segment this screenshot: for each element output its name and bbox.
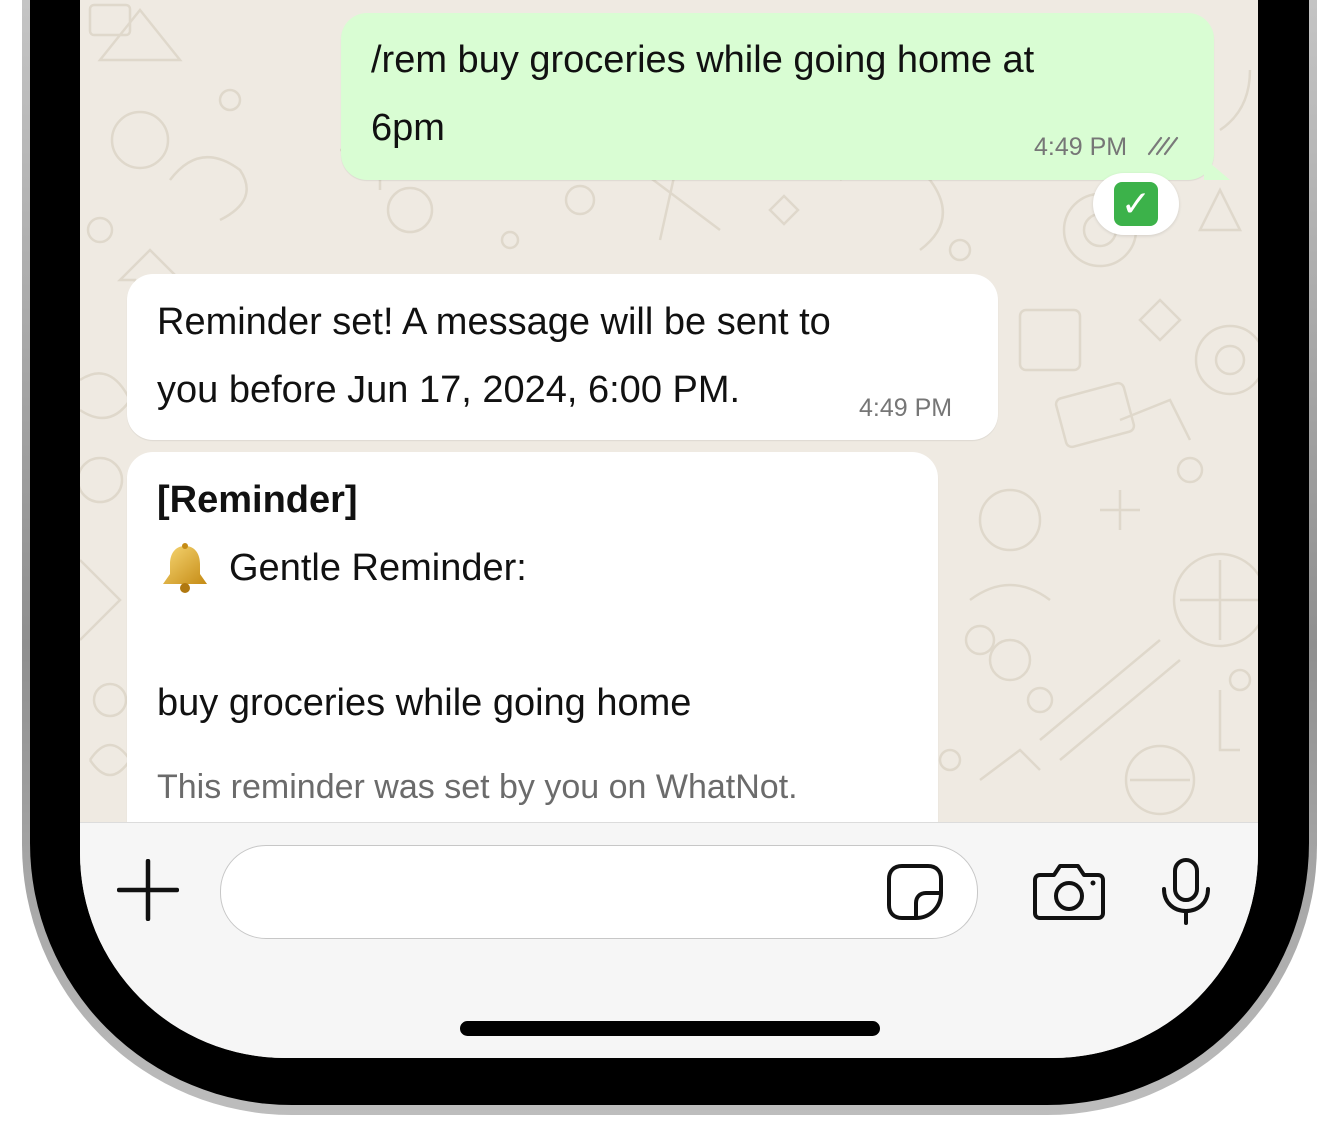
chat-screen: /rem buy groceries while going home at 6…	[80, 0, 1258, 1058]
check-mark-emoji-icon: ✓	[1114, 182, 1158, 226]
confirmation-message-time: 4:49 PM	[859, 394, 953, 422]
outgoing-message-time: 4:49 PM	[1034, 133, 1128, 161]
camera-icon[interactable]	[1032, 863, 1106, 921]
confirmation-message-line-1: Reminder set! A message will be sent to	[157, 301, 831, 343]
reminder-subtitle: Gentle Reminder:	[229, 547, 527, 589]
outgoing-message-line-1: /rem buy groceries while going home at	[371, 39, 1035, 81]
reminder-title: [Reminder]	[157, 479, 358, 521]
reminder-footnote: This reminder was set by you on WhatNot.	[157, 768, 798, 806]
microphone-icon[interactable]	[1158, 857, 1214, 927]
confirmation-message-bubble[interactable]: Reminder set! A message will be sent to …	[127, 274, 998, 440]
bubble-tail	[1204, 158, 1230, 180]
plus-icon[interactable]	[117, 859, 179, 921]
outgoing-message-line-2: 6pm	[371, 107, 445, 149]
composer-bar	[80, 822, 1258, 1058]
reaction-badge[interactable]: ✓	[1093, 173, 1179, 235]
confirmation-message-line-2: you before Jun 17, 2024, 6:00 PM.	[157, 369, 741, 411]
message-input[interactable]	[220, 845, 978, 939]
reminder-body: buy groceries while going home	[157, 682, 692, 724]
double-check-icon	[1147, 136, 1179, 156]
outgoing-message-bubble[interactable]: /rem buy groceries while going home at 6…	[341, 13, 1214, 180]
bell-icon	[163, 543, 207, 593]
home-indicator[interactable]	[460, 1021, 880, 1036]
reminder-message-bubble[interactable]: [Reminder] Gentle Reminder: buy grocerie…	[127, 452, 938, 872]
sticker-icon[interactable]	[886, 863, 944, 921]
